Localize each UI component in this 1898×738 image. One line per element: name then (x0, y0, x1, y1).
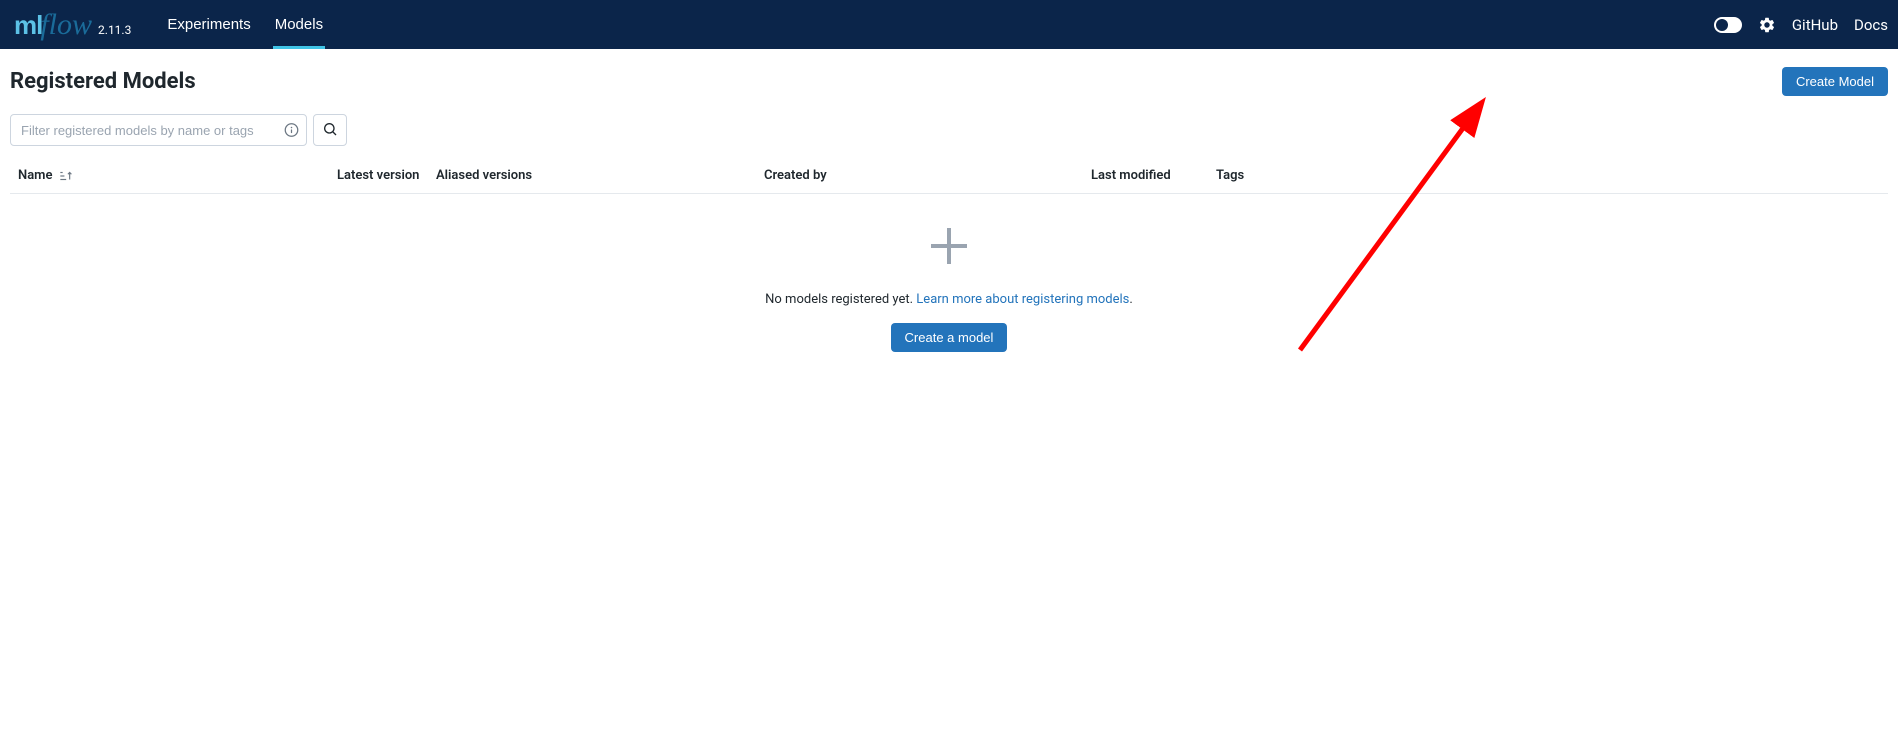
info-icon[interactable] (284, 123, 299, 138)
search-button[interactable] (313, 114, 347, 146)
logo-version: 2.11.3 (98, 23, 131, 37)
gear-icon[interactable] (1758, 16, 1776, 34)
logo-flow-text: flow (40, 8, 92, 42)
column-header-tags[interactable]: Tags (1216, 168, 1888, 183)
logo-ml-text: ml (14, 10, 42, 41)
column-header-created-by[interactable]: Created by (764, 168, 1091, 183)
filter-bar (10, 114, 1888, 146)
column-header-name[interactable]: Name (10, 168, 337, 183)
empty-text-prefix: No models registered yet. (765, 292, 916, 307)
column-header-aliased-versions[interactable]: Aliased versions (436, 168, 764, 183)
tab-experiments[interactable]: Experiments (155, 0, 262, 49)
page-title: Registered Models (10, 69, 196, 94)
sort-asc-icon (58, 169, 72, 183)
page-header: Registered Models Create Model (10, 67, 1888, 96)
empty-state: No models registered yet. Learn more abo… (10, 194, 1888, 392)
search-icon (322, 121, 338, 140)
docs-link[interactable]: Docs (1854, 16, 1888, 34)
learn-more-link[interactable]: Learn more about registering models (916, 292, 1129, 307)
empty-text-suffix: . (1129, 292, 1132, 307)
plus-icon (925, 222, 973, 274)
filter-input[interactable] (10, 114, 307, 146)
column-header-latest-version[interactable]: Latest version (337, 168, 436, 183)
filter-input-wrap (10, 114, 307, 146)
header-right: GitHub Docs (1714, 16, 1888, 34)
mlflow-logo[interactable]: ml flow 2.11.3 (10, 8, 135, 42)
header-left: ml flow 2.11.3 Experiments Models (10, 0, 335, 49)
create-model-button[interactable]: Create Model (1782, 67, 1888, 96)
page-content: Registered Models Create Model (0, 49, 1898, 392)
table-header: Name Latest version Aliased versions Cre… (10, 158, 1888, 194)
github-link[interactable]: GitHub (1792, 16, 1838, 34)
empty-state-text: No models registered yet. Learn more abo… (765, 292, 1133, 307)
column-header-last-modified[interactable]: Last modified (1091, 168, 1216, 183)
app-header: ml flow 2.11.3 Experiments Models GitHub… (0, 0, 1898, 49)
create-a-model-button[interactable]: Create a model (891, 323, 1008, 352)
column-name-label: Name (18, 168, 52, 183)
tab-models[interactable]: Models (263, 0, 335, 49)
theme-toggle[interactable] (1714, 17, 1742, 33)
nav-tabs: Experiments Models (155, 0, 335, 49)
